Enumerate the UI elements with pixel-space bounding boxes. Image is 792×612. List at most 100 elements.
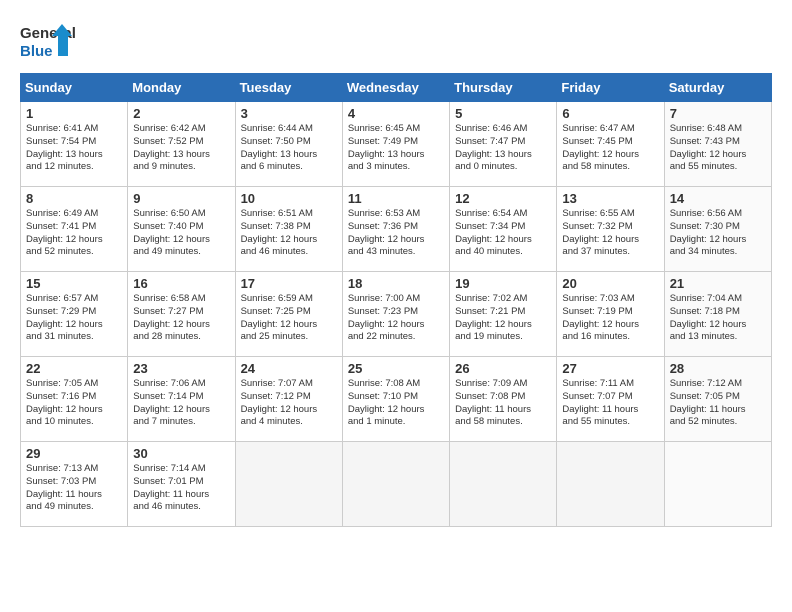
day-number: 27 — [562, 361, 658, 376]
col-header-monday: Monday — [128, 74, 235, 102]
calendar-cell: 7 Sunrise: 6:48 AM Sunset: 7:43 PM Daylig… — [664, 102, 771, 187]
calendar-cell: 15Sunrise: 6:57 AM Sunset: 7:29 PM Dayli… — [21, 272, 128, 357]
day-info: Sunrise: 7:07 AM Sunset: 7:12 PM Dayligh… — [241, 378, 337, 429]
svg-text:Blue: Blue — [20, 43, 53, 60]
calendar-cell: 11 Sunrise: 6:53 AM Sunset: 7:36 PM Dayli… — [342, 187, 449, 272]
week-row-2: 8 Sunrise: 6:49 AM Sunset: 7:41 PM Daylig… — [21, 187, 772, 272]
day-info: Sunrise: 7:04 AM Sunset: 7:18 PM Dayligh… — [670, 293, 766, 344]
day-info: Sunrise: 7:06 AM Sunset: 7:14 PM Dayligh… — [133, 378, 229, 429]
day-number: 17 — [241, 276, 337, 291]
day-info: Sunrise: 7:14 AM Sunset: 7:01 PM Dayligh… — [133, 463, 229, 514]
day-number: 29 — [26, 446, 122, 461]
day-info: Sunrise: 6:49 AM Sunset: 7:41 PM Dayligh… — [26, 208, 122, 259]
day-number: 20 — [562, 276, 658, 291]
day-info: Sunrise: 6:55 AM Sunset: 7:32 PM Dayligh… — [562, 208, 658, 259]
day-info: Sunrise: 6:44 AM Sunset: 7:50 PM Dayligh… — [241, 123, 337, 174]
day-number: 9 — [133, 191, 229, 206]
day-number: 23 — [133, 361, 229, 376]
day-info: Sunrise: 6:47 AM Sunset: 7:45 PM Dayligh… — [562, 123, 658, 174]
day-info: Sunrise: 6:45 AM Sunset: 7:49 PM Dayligh… — [348, 123, 444, 174]
col-header-saturday: Saturday — [664, 74, 771, 102]
week-row-4: 22Sunrise: 7:05 AM Sunset: 7:16 PM Dayli… — [21, 357, 772, 442]
col-header-wednesday: Wednesday — [342, 74, 449, 102]
day-info: Sunrise: 6:56 AM Sunset: 7:30 PM Dayligh… — [670, 208, 766, 259]
calendar-cell: 21Sunrise: 7:04 AM Sunset: 7:18 PM Dayli… — [664, 272, 771, 357]
day-number: 5 — [455, 106, 551, 121]
calendar-cell: 24 Sunrise: 7:07 AM Sunset: 7:12 PM Dayli… — [235, 357, 342, 442]
calendar-cell: 25 Sunrise: 7:08 AM Sunset: 7:10 PM Dayli… — [342, 357, 449, 442]
calendar-cell — [557, 442, 664, 527]
day-number: 11 — [348, 191, 444, 206]
day-number: 7 — [670, 106, 766, 121]
day-number: 12 — [455, 191, 551, 206]
calendar-cell: 8 Sunrise: 6:49 AM Sunset: 7:41 PM Daylig… — [21, 187, 128, 272]
calendar-cell: 26Sunrise: 7:09 AM Sunset: 7:08 PM Dayli… — [450, 357, 557, 442]
calendar-cell: 14 Sunrise: 6:56 AM Sunset: 7:30 PM Dayli… — [664, 187, 771, 272]
calendar-cell: 6 Sunrise: 6:47 AM Sunset: 7:45 PM Daylig… — [557, 102, 664, 187]
day-info: Sunrise: 6:58 AM Sunset: 7:27 PM Dayligh… — [133, 293, 229, 344]
day-info: Sunrise: 6:53 AM Sunset: 7:36 PM Dayligh… — [348, 208, 444, 259]
day-info: Sunrise: 7:03 AM Sunset: 7:19 PM Dayligh… — [562, 293, 658, 344]
calendar-cell: 5 Sunrise: 6:46 AM Sunset: 7:47 PM Daylig… — [450, 102, 557, 187]
header: GeneralBlue — [20, 20, 772, 65]
day-number: 10 — [241, 191, 337, 206]
col-header-tuesday: Tuesday — [235, 74, 342, 102]
calendar-cell: 12 Sunrise: 6:54 AM Sunset: 7:34 PM Dayli… — [450, 187, 557, 272]
day-number: 8 — [26, 191, 122, 206]
day-info: Sunrise: 6:41 AM Sunset: 7:54 PM Dayligh… — [26, 123, 122, 174]
day-number: 15 — [26, 276, 122, 291]
calendar-cell — [664, 442, 771, 527]
calendar-cell: 3Sunrise: 6:44 AM Sunset: 7:50 PM Daylig… — [235, 102, 342, 187]
day-info: Sunrise: 7:05 AM Sunset: 7:16 PM Dayligh… — [26, 378, 122, 429]
day-number: 1 — [26, 106, 122, 121]
day-number: 30 — [133, 446, 229, 461]
day-info: Sunrise: 6:50 AM Sunset: 7:40 PM Dayligh… — [133, 208, 229, 259]
calendar-cell: 30 Sunrise: 7:14 AM Sunset: 7:01 PM Dayli… — [128, 442, 235, 527]
day-info: Sunrise: 6:42 AM Sunset: 7:52 PM Dayligh… — [133, 123, 229, 174]
day-number: 25 — [348, 361, 444, 376]
calendar-cell: 18Sunrise: 7:00 AM Sunset: 7:23 PM Dayli… — [342, 272, 449, 357]
calendar-cell: 29 Sunrise: 7:13 AM Sunset: 7:03 PM Dayli… — [21, 442, 128, 527]
col-header-friday: Friday — [557, 74, 664, 102]
calendar-cell: 4 Sunrise: 6:45 AM Sunset: 7:49 PM Daylig… — [342, 102, 449, 187]
col-header-sunday: Sunday — [21, 74, 128, 102]
calendar-cell: 19 Sunrise: 7:02 AM Sunset: 7:21 PM Dayli… — [450, 272, 557, 357]
calendar-cell: 13 Sunrise: 6:55 AM Sunset: 7:32 PM Dayli… — [557, 187, 664, 272]
week-row-5: 29 Sunrise: 7:13 AM Sunset: 7:03 PM Dayli… — [21, 442, 772, 527]
logo-svg: GeneralBlue — [20, 20, 75, 65]
day-info: Sunrise: 6:48 AM Sunset: 7:43 PM Dayligh… — [670, 123, 766, 174]
calendar-cell: 20 Sunrise: 7:03 AM Sunset: 7:19 PM Dayli… — [557, 272, 664, 357]
calendar-cell: 9 Sunrise: 6:50 AM Sunset: 7:40 PM Daylig… — [128, 187, 235, 272]
day-number: 13 — [562, 191, 658, 206]
day-info: Sunrise: 7:11 AM Sunset: 7:07 PM Dayligh… — [562, 378, 658, 429]
calendar-cell — [235, 442, 342, 527]
day-info: Sunrise: 6:54 AM Sunset: 7:34 PM Dayligh… — [455, 208, 551, 259]
calendar-cell: 28 Sunrise: 7:12 AM Sunset: 7:05 PM Dayli… — [664, 357, 771, 442]
col-header-thursday: Thursday — [450, 74, 557, 102]
day-info: Sunrise: 7:02 AM Sunset: 7:21 PM Dayligh… — [455, 293, 551, 344]
week-row-3: 15Sunrise: 6:57 AM Sunset: 7:29 PM Dayli… — [21, 272, 772, 357]
day-number: 24 — [241, 361, 337, 376]
day-info: Sunrise: 6:51 AM Sunset: 7:38 PM Dayligh… — [241, 208, 337, 259]
day-number: 14 — [670, 191, 766, 206]
calendar-cell — [450, 442, 557, 527]
day-info: Sunrise: 7:08 AM Sunset: 7:10 PM Dayligh… — [348, 378, 444, 429]
day-info: Sunrise: 7:00 AM Sunset: 7:23 PM Dayligh… — [348, 293, 444, 344]
day-info: Sunrise: 7:13 AM Sunset: 7:03 PM Dayligh… — [26, 463, 122, 514]
day-info: Sunrise: 7:12 AM Sunset: 7:05 PM Dayligh… — [670, 378, 766, 429]
calendar-cell: 17 Sunrise: 6:59 AM Sunset: 7:25 PM Dayli… — [235, 272, 342, 357]
day-number: 6 — [562, 106, 658, 121]
calendar-cell: 27 Sunrise: 7:11 AM Sunset: 7:07 PM Dayli… — [557, 357, 664, 442]
week-row-1: 1 Sunrise: 6:41 AM Sunset: 7:54 PM Daylig… — [21, 102, 772, 187]
day-number: 4 — [348, 106, 444, 121]
day-info: Sunrise: 6:59 AM Sunset: 7:25 PM Dayligh… — [241, 293, 337, 344]
day-info: Sunrise: 6:46 AM Sunset: 7:47 PM Dayligh… — [455, 123, 551, 174]
calendar-cell: 22Sunrise: 7:05 AM Sunset: 7:16 PM Dayli… — [21, 357, 128, 442]
day-number: 19 — [455, 276, 551, 291]
calendar-cell: 16Sunrise: 6:58 AM Sunset: 7:27 PM Dayli… — [128, 272, 235, 357]
day-number: 2 — [133, 106, 229, 121]
day-number: 28 — [670, 361, 766, 376]
calendar-cell — [342, 442, 449, 527]
calendar-cell: 1 Sunrise: 6:41 AM Sunset: 7:54 PM Daylig… — [21, 102, 128, 187]
logo: GeneralBlue — [20, 20, 75, 65]
